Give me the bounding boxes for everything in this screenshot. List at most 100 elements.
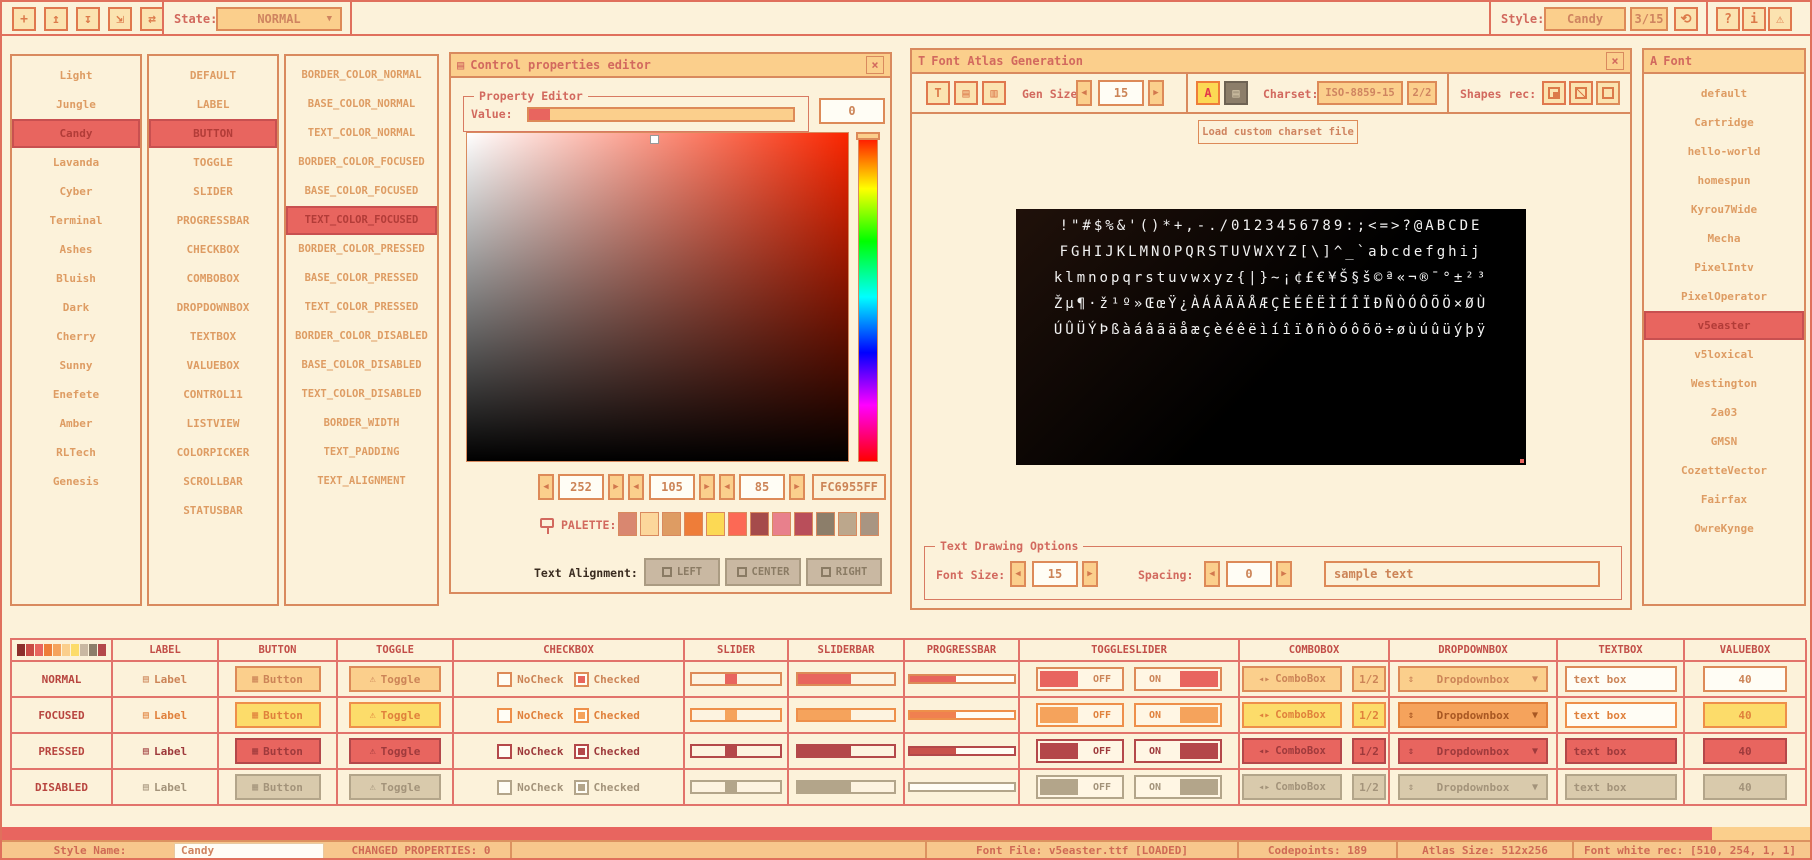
toggleslider-handle[interactable] bbox=[1040, 671, 1078, 687]
list-item[interactable]: Cherry bbox=[12, 322, 140, 351]
list-item[interactable]: Terminal bbox=[12, 206, 140, 235]
toggle-sample[interactable]: ⚠Toggle bbox=[349, 738, 441, 764]
align-center-button[interactable]: CENTER bbox=[725, 558, 801, 586]
palette-swatch[interactable] bbox=[662, 512, 681, 536]
toggleslider-handle[interactable] bbox=[1040, 707, 1078, 723]
palette-swatch[interactable] bbox=[684, 512, 703, 536]
sliderbar-sample[interactable] bbox=[796, 744, 896, 758]
list-item[interactable]: CHECKBOX bbox=[149, 235, 277, 264]
toggleslider-on-sample[interactable]: ON bbox=[1134, 703, 1222, 727]
textbox-sample[interactable]: text box bbox=[1565, 666, 1677, 692]
valuebox-sample[interactable]: 40 bbox=[1703, 774, 1787, 800]
palette-swatch[interactable] bbox=[62, 644, 70, 656]
combobox-sample[interactable]: ◂▸ComboBox bbox=[1242, 774, 1342, 800]
combobox-counter[interactable]: 1/2 bbox=[1352, 666, 1386, 692]
list-item[interactable]: COMBOBOX bbox=[149, 264, 277, 293]
blue-decrease-button[interactable]: ◀ bbox=[719, 474, 735, 500]
checkbox-box[interactable] bbox=[574, 744, 589, 759]
red-decrease-button[interactable]: ◀ bbox=[538, 474, 554, 500]
list-item[interactable]: TEXT_COLOR_DISABLED bbox=[286, 380, 437, 409]
help-button[interactable]: ? bbox=[1716, 7, 1740, 31]
valuebox-sample[interactable]: 40 bbox=[1703, 702, 1787, 728]
gen-size-box[interactable]: 15 bbox=[1098, 80, 1144, 106]
list-item[interactable]: CozetteVector bbox=[1644, 456, 1804, 485]
new-style-button[interactable]: + bbox=[12, 7, 36, 31]
hex-value-box[interactable]: FC6955FF bbox=[812, 474, 886, 500]
list-item[interactable]: Sunny bbox=[12, 351, 140, 380]
checkbox-box[interactable] bbox=[497, 708, 512, 723]
info-button[interactable]: i bbox=[1742, 7, 1766, 31]
slider-handle[interactable] bbox=[725, 746, 737, 756]
value-box[interactable]: 0 bbox=[819, 98, 885, 124]
align-left-button[interactable]: LEFT bbox=[644, 558, 720, 586]
list-item[interactable]: Light bbox=[12, 61, 140, 90]
list-item[interactable]: TEXT_PADDING bbox=[286, 438, 437, 467]
checkbox-box[interactable] bbox=[497, 744, 512, 759]
combobox-sample[interactable]: ◂▸ComboBox bbox=[1242, 702, 1342, 728]
palette-swatch[interactable] bbox=[860, 512, 879, 536]
list-item[interactable]: RLTech bbox=[12, 438, 140, 467]
palette-swatch[interactable] bbox=[53, 644, 61, 656]
toggleslider-handle[interactable] bbox=[1040, 743, 1078, 759]
textbox-sample[interactable]: text box bbox=[1565, 702, 1677, 728]
red-value-box[interactable]: 252 bbox=[558, 474, 604, 500]
button-sample[interactable]: ▦Button bbox=[235, 702, 321, 728]
hue-bar[interactable] bbox=[858, 132, 878, 462]
list-item[interactable]: TEXT_COLOR_FOCUSED bbox=[286, 206, 437, 235]
checkbox-unchecked-sample[interactable]: NoCheck bbox=[497, 744, 563, 759]
valuebox-sample[interactable]: 40 bbox=[1703, 666, 1787, 692]
close-icon[interactable]: × bbox=[866, 56, 884, 74]
list-item[interactable]: BORDER_COLOR_DISABLED bbox=[286, 322, 437, 351]
checkbox-unchecked-sample[interactable]: NoCheck bbox=[497, 708, 563, 723]
combobox-counter[interactable]: 1/2 bbox=[1352, 738, 1386, 764]
toggleslider-off-sample[interactable]: OFF bbox=[1036, 775, 1124, 799]
sliderbar-sample[interactable] bbox=[796, 672, 896, 686]
list-item[interactable]: STATUSBAR bbox=[149, 496, 277, 525]
list-item[interactable]: Enefete bbox=[12, 380, 140, 409]
checkbox-box[interactable] bbox=[574, 708, 589, 723]
slider-handle[interactable] bbox=[725, 782, 737, 792]
gen-size-increase[interactable]: ▶ bbox=[1148, 80, 1164, 106]
toggleslider-on-sample[interactable]: ON bbox=[1134, 775, 1222, 799]
sliderbar-sample[interactable] bbox=[796, 708, 896, 722]
blue-increase-button[interactable]: ▶ bbox=[789, 474, 805, 500]
list-item[interactable]: GMSN bbox=[1644, 427, 1804, 456]
checkbox-box[interactable] bbox=[497, 780, 512, 795]
font-size-increase[interactable]: ▶ bbox=[1082, 561, 1098, 587]
checkbox-checked-sample[interactable]: Checked bbox=[574, 744, 640, 759]
list-item[interactable]: SCROLLBAR bbox=[149, 467, 277, 496]
list-item[interactable]: BORDER_WIDTH bbox=[286, 409, 437, 438]
list-item[interactable]: v5easter bbox=[1644, 311, 1804, 340]
palette-swatch[interactable] bbox=[706, 512, 725, 536]
list-item[interactable]: Jungle bbox=[12, 90, 140, 119]
dropdownbox-sample[interactable]: ⇕Dropdownbox▼ bbox=[1398, 774, 1548, 800]
slider-sample[interactable] bbox=[690, 744, 782, 758]
list-item[interactable]: DEFAULT bbox=[149, 61, 277, 90]
checkbox-box[interactable] bbox=[497, 672, 512, 687]
list-item[interactable]: Cartridge bbox=[1644, 108, 1804, 137]
palette-swatch[interactable] bbox=[618, 512, 637, 536]
list-item[interactable]: Fairfax bbox=[1644, 485, 1804, 514]
checkbox-checked-sample[interactable]: Checked bbox=[574, 780, 640, 795]
list-item[interactable]: default bbox=[1644, 79, 1804, 108]
charset-value-button[interactable]: ISO-8859-15 bbox=[1317, 81, 1403, 105]
slider-sample[interactable] bbox=[690, 780, 782, 794]
toggleslider-off-sample[interactable]: OFF bbox=[1036, 667, 1124, 691]
font-atlas-titlebar[interactable]: T Font Atlas Generation × bbox=[912, 50, 1630, 74]
list-item[interactable]: PixelIntv bbox=[1644, 253, 1804, 282]
list-item[interactable]: Westington bbox=[1644, 369, 1804, 398]
list-item[interactable]: Amber bbox=[12, 409, 140, 438]
combobox-counter[interactable]: 1/2 bbox=[1352, 774, 1386, 800]
palette-swatch[interactable] bbox=[17, 644, 25, 656]
palette-swatch[interactable] bbox=[26, 644, 34, 656]
dropdownbox-sample[interactable]: ⇕Dropdownbox▼ bbox=[1398, 738, 1548, 764]
palette-swatch[interactable] bbox=[728, 512, 747, 536]
red-increase-button[interactable]: ▶ bbox=[608, 474, 624, 500]
style-name-input[interactable]: Candy bbox=[174, 843, 324, 859]
dropdownbox-sample[interactable]: ⇕Dropdownbox▼ bbox=[1398, 666, 1548, 692]
slider-handle[interactable] bbox=[725, 674, 737, 684]
checkbox-box[interactable] bbox=[574, 672, 589, 687]
list-item[interactable]: Ashes bbox=[12, 235, 140, 264]
hue-handle[interactable] bbox=[856, 132, 880, 140]
palette-swatch[interactable] bbox=[35, 644, 43, 656]
